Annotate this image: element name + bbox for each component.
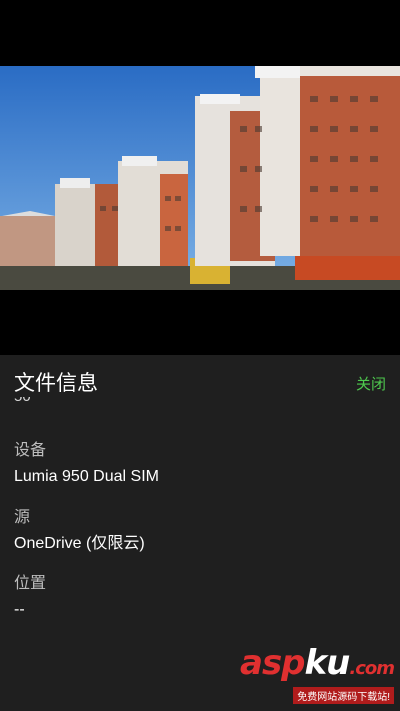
photo-viewer <box>0 0 400 355</box>
close-button[interactable]: 关闭 <box>356 373 386 394</box>
field-source: 源 OneDrive (仅限云) <box>14 508 145 554</box>
field-value: OneDrive (仅限云) <box>14 535 145 552</box>
photo-apartment-buildings[interactable] <box>0 66 400 290</box>
field-label: 位置 <box>14 575 47 592</box>
file-info-panel: 文件信息 关闭 50 设备 Lumia 950 Dual SIM 源 OneDr… <box>0 355 400 711</box>
watermark-logo-text: aspku.com <box>240 643 395 683</box>
scrolled-field-value: 50 <box>14 397 74 411</box>
field-label: 源 <box>14 509 31 526</box>
watermark-logo: aspku.com 免费网站源码下载站! <box>240 643 395 705</box>
building-right <box>195 66 400 266</box>
field-value: Lumia 950 Dual SIM <box>14 468 159 485</box>
panel-title: 文件信息 <box>14 372 98 395</box>
field-label: 设备 <box>14 442 47 459</box>
field-location: 位置 -- <box>14 574 46 620</box>
field-value: -- <box>14 601 25 618</box>
photo-image <box>0 66 400 290</box>
cut-off-value-text: 50 <box>14 397 31 405</box>
watermark-tagline: 免费网站源码下载站! <box>293 687 394 704</box>
field-device: 设备 Lumia 950 Dual SIM <box>14 441 159 487</box>
